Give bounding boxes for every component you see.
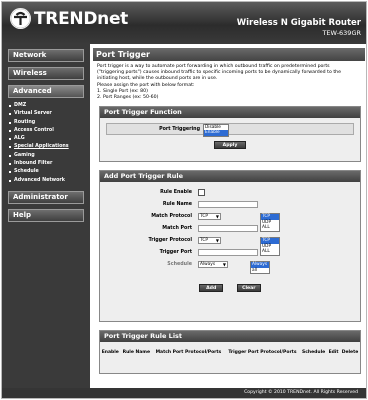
select-value: TCP xyxy=(200,213,208,219)
select-value: TCP xyxy=(200,237,208,243)
nav-wireless[interactable]: Wireless xyxy=(8,67,84,80)
product-title: Wireless N Gigabit Router xyxy=(236,18,361,28)
match-port-label: Match Port xyxy=(162,225,192,231)
match-protocol-label: Match Protocol xyxy=(151,213,192,219)
column-header-rule-name: Rule Name xyxy=(122,350,150,356)
page-description: Port trigger is a way to automate port f… xyxy=(93,61,365,101)
nav-help[interactable]: Help xyxy=(8,208,84,222)
add-rule-panel: Add Port Trigger Rule Rule Enable Rule N… xyxy=(99,170,361,323)
chevron-down-icon: ▼ xyxy=(215,213,219,219)
footer: Copyright © 2010 TRENDnet. All Rights Re… xyxy=(2,388,366,398)
product-info: Wireless N Gigabit Router TEW-639GR xyxy=(237,17,361,39)
rule-list-panel: Port Trigger Rule List Enable Rule Name … xyxy=(99,330,361,375)
option-all-schedule[interactable]: all xyxy=(251,268,269,274)
select-value: Always xyxy=(200,261,216,267)
panel-title: Port Trigger Function xyxy=(100,107,360,119)
page-title: Port Trigger xyxy=(93,48,365,61)
match-protocol-select[interactable]: TCP ▼ xyxy=(198,212,221,220)
port-trigger-function-panel: Port Trigger Function Port Triggering Di… xyxy=(99,106,361,163)
column-header-delete: Delete xyxy=(341,350,359,356)
header: TRENDnet Wireless N Gigabit Router TEW-6… xyxy=(2,2,366,44)
option-all[interactable]: ALL xyxy=(261,225,279,231)
trigger-port-input[interactable] xyxy=(198,248,258,256)
sidebar-item-alg[interactable]: ALG xyxy=(8,135,86,143)
rule-enable-checkbox[interactable] xyxy=(198,188,205,196)
sidebar-item-gaming[interactable]: Gaming xyxy=(8,152,86,160)
column-header-match-port: Match Port Protocol/Ports xyxy=(155,350,222,356)
sidebar-item-routing[interactable]: Routing xyxy=(8,119,86,127)
main-content: Port Trigger Port trigger is a way to au… xyxy=(93,44,365,390)
column-header-edit: Edit xyxy=(328,350,339,356)
rule-name-input[interactable] xyxy=(198,200,258,208)
sidebar-item-advanced-network[interactable]: Advanced Network xyxy=(8,177,86,185)
table-header-row: Enable Rule Name Match Port Protocol/Por… xyxy=(100,348,360,357)
add-button[interactable]: Add xyxy=(199,284,224,293)
port-triggering-row: Port Triggering Disable Enable xyxy=(106,123,354,137)
port-triggering-label: Port Triggering xyxy=(159,126,200,132)
port-triggering-listbox[interactable]: Disable Enable xyxy=(203,123,229,137)
match-protocol-listbox[interactable]: TCP UDP ALL xyxy=(260,213,280,232)
schedule-row: Schedule Always ▼ Always all xyxy=(100,258,360,275)
brand-name: TRENDnet xyxy=(34,8,128,29)
trigger-protocol-listbox[interactable]: TCP UDP ALL xyxy=(260,237,280,256)
apply-button[interactable]: Apply xyxy=(214,141,246,150)
option-all[interactable]: ALL xyxy=(261,249,279,255)
match-protocol-row: Match Protocol TCP ▼ TCP UDP ALL xyxy=(100,210,360,232)
panel-title: Add Port Trigger Rule xyxy=(100,171,360,183)
sidebar-item-virtual-server[interactable]: Virtual Server xyxy=(8,110,86,118)
chevron-down-icon: ▼ xyxy=(215,237,219,243)
sidebar-item-access-control[interactable]: Access Control xyxy=(8,127,86,135)
clear-button[interactable]: Clear xyxy=(236,284,261,293)
match-port-input[interactable] xyxy=(198,224,258,232)
apply-row: Apply xyxy=(100,141,360,150)
nav-network[interactable]: Network xyxy=(8,49,84,62)
rule-list-table: Enable Rule Name Match Port Protocol/Por… xyxy=(100,348,360,357)
schedule-select[interactable]: Always ▼ xyxy=(198,260,228,268)
rule-name-label: Rule Name xyxy=(162,201,192,207)
schedule-listbox[interactable]: Always all xyxy=(250,261,270,275)
sidebar-item-inbound-filter[interactable]: Inbound Filter xyxy=(8,160,86,168)
trigger-port-label: Trigger Port xyxy=(159,249,192,255)
option-always[interactable]: Always xyxy=(251,262,269,268)
column-header-schedule: Schedule xyxy=(302,350,326,356)
sidebar-item-schedule[interactable]: Schedule xyxy=(8,168,86,176)
advanced-submenu: DMZ Virtual Server Routing Access Contro… xyxy=(8,102,86,185)
sidebar: Network Wireless Advanced DMZ Virtual Se… xyxy=(2,44,90,390)
trigger-port-row: Trigger Port xyxy=(100,246,360,258)
rule-name-row: Rule Name xyxy=(100,198,360,210)
column-header-enable: Enable xyxy=(101,350,119,356)
panel-title: Port Trigger Rule List xyxy=(100,331,360,343)
rule-enable-row: Rule Enable xyxy=(100,186,360,198)
option-enable[interactable]: Enable xyxy=(204,130,228,136)
trigger-protocol-row: Trigger Protocol TCP ▼ TCP UDP ALL xyxy=(100,234,360,256)
sidebar-item-dmz[interactable]: DMZ xyxy=(8,102,86,110)
sidebar-item-special-applications[interactable]: Special Applications xyxy=(8,143,86,151)
product-model: TEW-639GR xyxy=(322,29,361,38)
rule-form: Rule Enable Rule Name Match Protocol TCP… xyxy=(100,182,360,293)
column-header-trigger-port: Trigger Port Protocol/Ports xyxy=(228,350,297,356)
router-admin-window: TRENDnet Wireless N Gigabit Router TEW-6… xyxy=(1,1,367,399)
nav-group: Network Wireless Advanced DMZ Virtual Se… xyxy=(8,49,86,222)
nav-advanced[interactable]: Advanced xyxy=(8,85,84,98)
trendnet-logo: TRENDnet xyxy=(10,8,128,29)
form-buttons: Add Clear xyxy=(100,284,360,293)
rule-enable-label: Rule Enable xyxy=(160,189,192,195)
chevron-down-icon: ▼ xyxy=(222,261,226,267)
match-port-row: Match Port xyxy=(100,222,360,234)
trendnet-logo-icon xyxy=(10,8,31,29)
description-line: 2. Port Ranges (ex: 50-60) xyxy=(97,95,159,101)
nav-administrator[interactable]: Administrator xyxy=(8,190,84,204)
trigger-protocol-select[interactable]: TCP ▼ xyxy=(198,236,221,244)
trigger-protocol-label: Trigger Protocol xyxy=(148,237,192,243)
schedule-label: Schedule xyxy=(167,261,192,267)
